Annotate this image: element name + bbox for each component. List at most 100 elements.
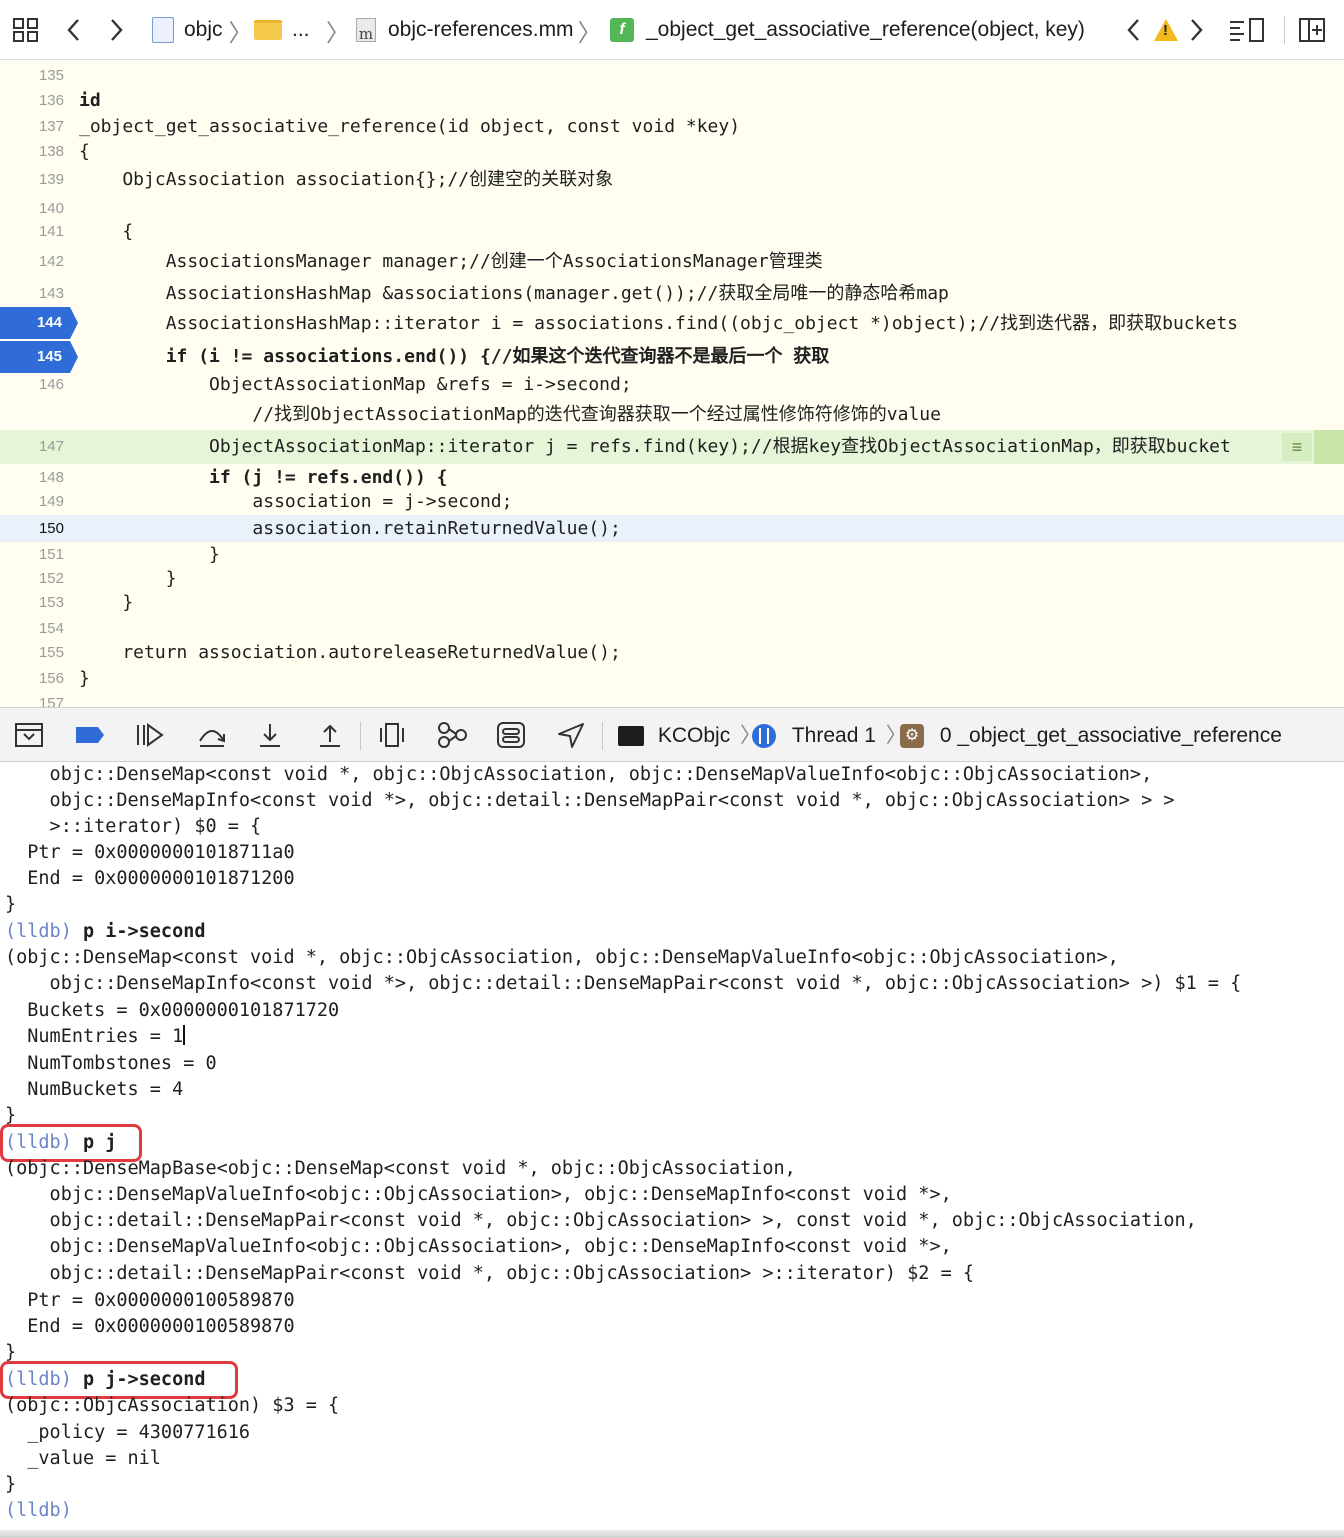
lldb-prompt: (lldb) <box>5 921 72 942</box>
debug-view-hierarchy-icon[interactable] <box>378 721 406 749</box>
step-out-icon[interactable] <box>316 721 344 749</box>
debug-frame[interactable]: ⚙ 0 _object_get_associative_reference <box>900 708 1282 763</box>
breadcrumb-project[interactable]: objc 〉 <box>152 0 253 60</box>
console-line: End = 0x0000000101871200 <box>5 868 295 889</box>
breadcrumb-file[interactable]: 〉 m objc-references.mm 〉 <box>326 0 602 60</box>
breadcrumb-function-label: _object_get_associative_reference(object… <box>646 18 1085 41</box>
console-line: End = 0x0000000100589870 <box>5 1316 295 1337</box>
code-line: 139 ObjcAssociation association{};//创建空的… <box>38 169 614 190</box>
console-line: (objc::ObjcAssociation) $3 = { <box>5 1395 340 1416</box>
simulate-location-icon[interactable] <box>556 721 586 749</box>
breadcrumb-folder[interactable]: ... <box>254 0 310 60</box>
console-line: objc::DenseMapInfo<const void *>, objc::… <box>5 973 1242 994</box>
objc-file-icon: m <box>356 18 376 43</box>
jump-bar: objc 〉 ... 〉 m objc-references.mm 〉 f _o… <box>0 0 1344 60</box>
code-line: //找到ObjectAssociationMap的迭代查询器获取一个经过属性修饰… <box>79 404 941 425</box>
debug-target[interactable]: KCObjc 〉 <box>618 708 761 763</box>
code-line: 150 association.retainReturnedValue(); <box>38 518 621 539</box>
console-line: NumEntries = 1 <box>5 1025 185 1047</box>
project-icon <box>152 17 174 43</box>
lldb-prompt: (lldb) <box>5 1500 72 1521</box>
code-line: 156} <box>38 668 90 689</box>
breakpoints-toggle-icon[interactable] <box>74 721 106 749</box>
lldb-prompt: (lldb) <box>5 1132 72 1153</box>
debug-thread[interactable]: Thread 1 〉 <box>752 708 907 763</box>
code-line: 153 } <box>38 592 134 613</box>
add-editor-icon[interactable] <box>1298 0 1326 60</box>
code-line: 147 ObjectAssociationMap::iterator j = r… <box>38 436 1231 457</box>
code-line: 136 id <box>38 90 101 111</box>
window-bottom-edge <box>0 1530 1344 1538</box>
folder-icon <box>254 20 282 40</box>
hide-debug-area-icon[interactable] <box>14 721 44 749</box>
code-line: 135 <box>38 67 64 84</box>
breadcrumb-file-label: objc-references.mm <box>388 18 574 41</box>
continue-icon[interactable] <box>134 721 166 749</box>
back-chevron-icon[interactable] <box>66 0 82 60</box>
toolbar-divider <box>360 722 361 750</box>
console-line: objc::DenseMap<const void *, objc::ObjcA… <box>5 764 1153 785</box>
code-line: 137 _object_get_associative_reference(id … <box>38 116 741 137</box>
console-line: Buckets = 0x0000000101871720 <box>5 1000 340 1021</box>
breadcrumb-folder-label: ... <box>292 18 310 41</box>
breadcrumb-separator-icon: 〉 <box>326 19 350 47</box>
console-input-line[interactable]: (lldb) <box>5 1498 72 1524</box>
code-line: 141 { <box>38 221 134 242</box>
console-line: } <box>5 1342 17 1363</box>
console-line: objc::DenseMapInfo<const void *>, objc::… <box>5 790 1175 811</box>
console-line: objc::DenseMapValueInfo<objc::ObjcAssoci… <box>5 1236 952 1257</box>
toolbar-divider <box>602 722 603 750</box>
memory-graph-icon[interactable] <box>436 721 468 749</box>
console-line: objc::detail::DenseMapPair<const void *,… <box>5 1210 1197 1231</box>
console-command-line: (lldb) p i->second <box>5 919 205 945</box>
console-line: objc::detail::DenseMapPair<const void *,… <box>5 1263 975 1284</box>
code-line: 138{ <box>38 141 90 162</box>
lldb-command: p j <box>71 1132 117 1153</box>
thread-icon <box>752 724 776 749</box>
console-line: NumTombstones = 0 <box>5 1053 217 1074</box>
console-command-line: (lldb) p j <box>5 1130 116 1156</box>
step-over-icon[interactable] <box>196 721 228 749</box>
console-line: } <box>5 1105 17 1126</box>
terminal-icon <box>618 726 644 747</box>
breadcrumb-project-label: objc <box>184 18 223 41</box>
code-line: 151 } <box>38 544 220 565</box>
console-line: } <box>5 1474 17 1495</box>
debug-target-label: KCObjc <box>657 724 731 747</box>
debug-bar: KCObjc 〉 Thread 1 〉 ⚙ 0 _object_get_asso… <box>0 707 1344 762</box>
code-line: 149 association = j->second; <box>38 491 513 512</box>
function-icon: f <box>610 18 634 42</box>
warning-icon[interactable] <box>1154 0 1178 60</box>
code-line: 142 AssociationsManager manager;//创建一个As… <box>38 251 823 272</box>
environment-overrides-icon[interactable] <box>496 721 526 749</box>
console-line: (objc::DenseMapBase<objc::DenseMap<const… <box>5 1158 796 1179</box>
debug-frame-label: 0 _object_get_associative_reference <box>939 724 1282 747</box>
code-review-icon[interactable] <box>1228 0 1266 60</box>
code-line: 143 AssociationsHashMap &associations(ma… <box>38 283 949 304</box>
previous-issue-icon[interactable] <box>1126 0 1142 60</box>
code-line: 148 if (j != refs.end()) { <box>38 467 448 488</box>
related-items-icon[interactable] <box>12 0 40 60</box>
console-line: NumBuckets = 4 <box>5 1079 184 1100</box>
source-editor[interactable]: ≡ 144 145 135 136 id 137 _object_get_assoc… <box>0 60 1344 707</box>
code-line: 155 return association.autoreleaseReturn… <box>38 642 621 663</box>
gear-icon: ⚙ <box>900 724 924 749</box>
console-line: (objc::DenseMap<const void *, objc::Objc… <box>5 947 1119 968</box>
lldb-command: p i->second <box>71 921 206 942</box>
breadcrumb-function[interactable]: f _object_get_associative_reference(obje… <box>610 0 1085 60</box>
breadcrumb-separator-icon: 〉 <box>228 19 253 47</box>
code-line: 157 <box>38 695 64 707</box>
step-into-icon[interactable] <box>256 721 284 749</box>
debug-thread-label: Thread 1 <box>791 724 876 747</box>
console-line: >::iterator) $0 = { <box>5 816 262 837</box>
code-line: 154 <box>38 620 64 637</box>
code-line: AssociationsHashMap::iterator i = associ… <box>79 313 1238 334</box>
console-line: } <box>5 894 17 915</box>
next-issue-icon[interactable] <box>1188 0 1204 60</box>
console-line: Ptr = 0x00000001018711a0 <box>5 842 295 863</box>
console-line: _policy = 4300771616 <box>5 1422 251 1443</box>
console-line: Ptr = 0x0000000100589870 <box>5 1290 295 1311</box>
code-line: 152 } <box>38 568 177 589</box>
forward-chevron-icon[interactable] <box>108 0 124 60</box>
lldb-console[interactable]: objc::DenseMap<const void *, objc::ObjcA… <box>0 762 1344 1530</box>
